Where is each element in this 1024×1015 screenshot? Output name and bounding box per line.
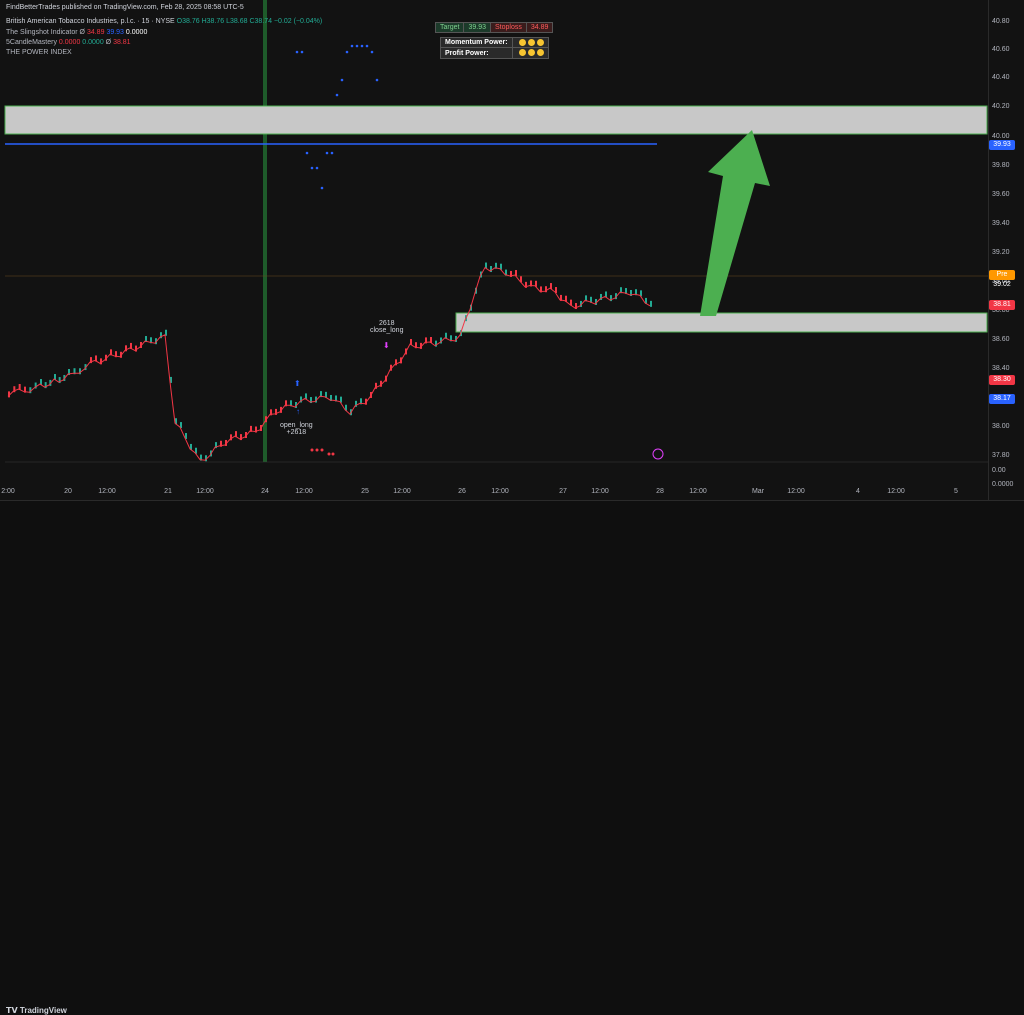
close-long-label: 2618 close_long bbox=[370, 320, 404, 334]
power-table: Momentum Power: Profit Power: bbox=[440, 36, 549, 59]
time-label: 28 bbox=[656, 488, 664, 495]
price-tag: 38.81 bbox=[989, 300, 1015, 310]
slingshot-dot bbox=[345, 50, 349, 54]
time-label: 12:00 bbox=[196, 488, 214, 495]
slingshot-dot bbox=[340, 78, 344, 82]
time-label: Mar bbox=[751, 488, 765, 495]
price-tick: 38.60 bbox=[992, 336, 1010, 343]
price-tick: 40.80 bbox=[992, 18, 1010, 25]
target-table: Target 39.93 Stoploss 34.89 bbox=[434, 22, 554, 33]
time-label: 2:00 bbox=[1, 488, 15, 495]
slingshot-dot bbox=[330, 151, 334, 155]
time-label: 27 bbox=[559, 488, 567, 495]
footer: 𝗧𝗩 TradingView bbox=[0, 500, 1024, 1015]
price-tag: 38.17 bbox=[989, 394, 1015, 404]
time-label: 12:00 bbox=[491, 488, 509, 495]
chart-area[interactable]: ⬆ ↑ ⬇ FindBetterTrades published on Trad… bbox=[0, 0, 988, 500]
close-long-marker-icon: ⬇ bbox=[383, 341, 390, 350]
time-label: 12:00 bbox=[591, 488, 609, 495]
support-zone bbox=[455, 312, 988, 333]
slingshot-dot bbox=[310, 166, 314, 170]
candle bbox=[650, 300, 652, 307]
bullish-arrow bbox=[700, 130, 770, 316]
time-label: 5 bbox=[954, 488, 958, 495]
price-tick: 40.00 bbox=[992, 133, 1010, 140]
price-tag: 39.93 bbox=[989, 140, 1015, 150]
time-label: 4 bbox=[856, 488, 860, 495]
price-tag: Pre 39.02 bbox=[989, 270, 1015, 288]
tradingview-logo[interactable]: 𝗧𝗩 TradingView bbox=[6, 1006, 67, 1015]
publisher-line: FindBetterTrades published on TradingVie… bbox=[6, 4, 244, 11]
price-tick: 40.40 bbox=[992, 74, 1010, 81]
profit-power-dots bbox=[511, 47, 549, 59]
time-label: 12:00 bbox=[887, 488, 905, 495]
stoploss-label: Stoploss bbox=[490, 22, 527, 33]
price-tick: 39.80 bbox=[992, 162, 1010, 169]
slingshot-dot bbox=[370, 50, 374, 54]
momentum-power-label: Momentum Power: bbox=[440, 36, 513, 49]
indicator-slingshot[interactable]: The Slingshot Indicator Ø 34.89 39.93 0.… bbox=[6, 29, 147, 36]
price-tick: 37.80 bbox=[992, 452, 1010, 459]
price-tag: 38.30 bbox=[989, 375, 1015, 385]
time-label: 26 bbox=[458, 488, 466, 495]
slingshot-dot bbox=[325, 151, 329, 155]
alert-icon bbox=[652, 448, 664, 460]
profit-power-label: Profit Power: bbox=[440, 47, 513, 59]
price-tick: 39.40 bbox=[992, 220, 1010, 227]
moving-average-line bbox=[7, 266, 651, 461]
time-label: 12:00 bbox=[787, 488, 805, 495]
slingshot-dot bbox=[350, 44, 354, 48]
time-label: 21 bbox=[164, 488, 172, 495]
slingshot-dot bbox=[320, 186, 324, 190]
price-tick: 38.40 bbox=[992, 365, 1010, 372]
price-chart[interactable]: ⬆ ↑ ⬇ bbox=[0, 0, 988, 500]
time-label: 12:00 bbox=[393, 488, 411, 495]
slingshot-dot bbox=[360, 44, 364, 48]
slingshot-dot bbox=[375, 78, 379, 82]
symbol-header[interactable]: British American Tobacco Industries, p.l… bbox=[6, 18, 322, 25]
momentum-power-dots bbox=[511, 36, 549, 49]
slingshot-dot bbox=[315, 166, 319, 170]
target-label: Target bbox=[434, 22, 465, 33]
price-tick: 40.60 bbox=[992, 46, 1010, 53]
tradingview-logo-icon: 𝗧𝗩 bbox=[6, 1006, 18, 1015]
stoploss-value: 34.89 bbox=[525, 22, 554, 33]
time-label: 12:00 bbox=[295, 488, 313, 495]
time-label: 12:00 bbox=[689, 488, 707, 495]
price-tick: 38.00 bbox=[992, 423, 1010, 430]
slingshot-dot bbox=[305, 151, 309, 155]
slingshot-dot bbox=[355, 44, 359, 48]
price-tick: 0.0000 bbox=[992, 481, 1014, 488]
slingshot-dot bbox=[300, 50, 304, 54]
open-long-label: open_long +2618 bbox=[280, 422, 313, 436]
price-tick: 39.20 bbox=[992, 249, 1010, 256]
time-label: 25 bbox=[361, 488, 369, 495]
price-tick: 0.00 bbox=[992, 467, 1006, 474]
indicator-power-index[interactable]: THE POWER INDEX bbox=[6, 49, 72, 56]
indicator-5candle[interactable]: 5CandleMastery 0.0000 0.0000 Ø 38.81 bbox=[6, 39, 131, 46]
open-long-arrow-icon: ↑ bbox=[296, 407, 300, 416]
slingshot-dot bbox=[335, 93, 339, 97]
price-tick: 40.20 bbox=[992, 103, 1010, 110]
symbol-name[interactable]: British American Tobacco Industries, p.l… bbox=[6, 18, 175, 25]
time-label: 20 bbox=[64, 488, 72, 495]
slingshot-dot bbox=[295, 50, 299, 54]
ohlc-values: O38.76 H38.76 L38.68 C38.74 −0.02 (−0.04… bbox=[176, 18, 323, 25]
resistance-zone bbox=[4, 105, 988, 135]
target-value: 39.93 bbox=[463, 22, 491, 33]
time-label: 12:00 bbox=[98, 488, 116, 495]
time-label: 24 bbox=[261, 488, 269, 495]
slingshot-dot bbox=[365, 44, 369, 48]
buy-marker-icon: ⬆ bbox=[294, 379, 301, 388]
price-tick: 39.60 bbox=[992, 191, 1010, 198]
